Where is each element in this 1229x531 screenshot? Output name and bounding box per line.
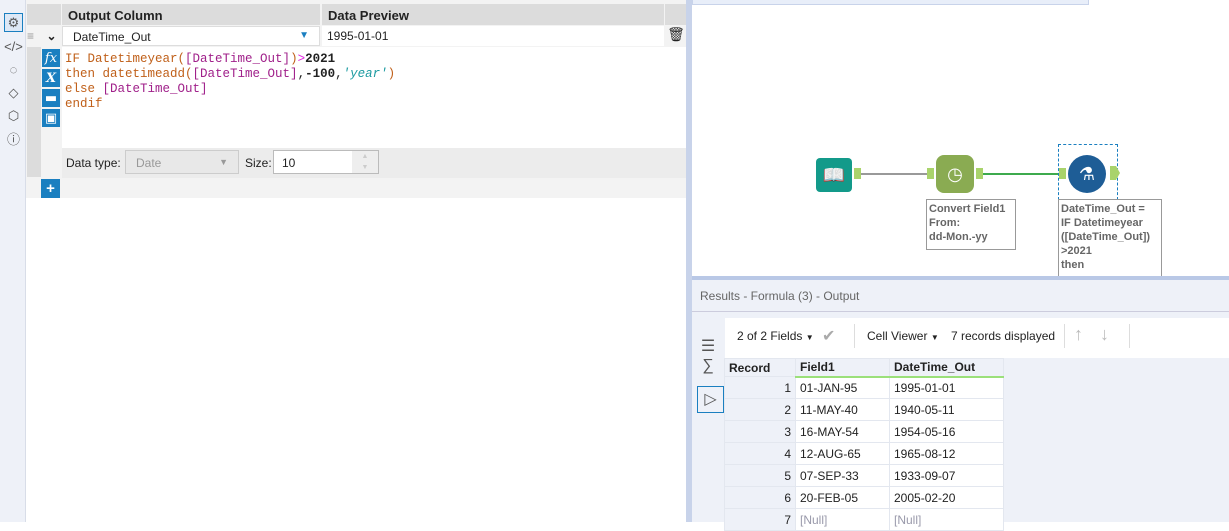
formula-tool-icon[interactable]: ⚗: [1068, 155, 1106, 193]
arrow-circle-icon[interactable]: ◌: [4, 60, 23, 79]
results-table: Record Field1 DateTime_Out 1 01-JAN-95 199…: [724, 358, 1004, 531]
save-icon[interactable]: ▣: [42, 109, 60, 127]
formula-annotation: DateTime_Out = IF Datetimeyear ([DateTim…: [1058, 199, 1162, 279]
table-cell[interactable]: 1954-05-16: [889, 420, 1004, 443]
code-icon[interactable]: </>: [4, 37, 23, 56]
table-cell[interactable]: 3: [724, 420, 796, 443]
table-cell[interactable]: 7: [724, 508, 796, 531]
table-cell[interactable]: 2: [724, 398, 796, 421]
help-icon[interactable]: ⓘ: [4, 129, 23, 148]
table-cell[interactable]: 20-FEB-05: [795, 486, 890, 509]
data-type-select[interactable]: Date ▼: [125, 150, 239, 174]
table-cell[interactable]: 1940-05-11: [889, 398, 1004, 421]
connection-line: [983, 173, 1059, 175]
formula-editor[interactable]: IF Datetimeyear([DateTime_Out])>2021 the…: [62, 47, 686, 148]
size-input[interactable]: 10 ▲ ▼: [273, 150, 379, 174]
fields-label: 2 of 2 Fields: [737, 329, 803, 343]
fields-selector[interactable]: 2 of 2 Fields ▼: [737, 329, 814, 343]
table-cell[interactable]: 6: [724, 486, 796, 509]
table-cell[interactable]: 1995-01-01: [889, 376, 1004, 399]
folder-open-icon[interactable]: ▬: [42, 89, 60, 107]
table-cell[interactable]: [Null]: [795, 508, 890, 531]
viewer-label: Cell Viewer: [867, 329, 928, 343]
table-row[interactable]: 7 [Null] [Null]: [724, 508, 1004, 531]
table-row[interactable]: 2 11-MAY-40 1940-05-11: [724, 398, 1004, 421]
tag-view-icon[interactable]: ▷: [697, 386, 724, 413]
workflow-canvas[interactable]: 📖 ◷ ⚗ Convert Field1 From: dd-Mon.-yy Da…: [692, 0, 1229, 279]
table-row[interactable]: 4 12-AUG-65 1965-08-12: [724, 442, 1004, 465]
size-stepper[interactable]: ▲ ▼: [352, 151, 378, 173]
apply-check-icon[interactable]: ✔: [822, 326, 835, 346]
formula-config-panel: Output Column Data Preview ≡ ⌄ DateTime_…: [26, 0, 686, 522]
variables-button[interactable]: X: [42, 69, 60, 87]
table-row[interactable]: 3 16-MAY-54 1954-05-16: [724, 420, 1004, 443]
results-panel: ☰ ∑ ▷ 2 of 2 Fields ▼ ✔ Cell Viewer ▼ 7 …: [692, 312, 1229, 531]
cell-viewer-selector[interactable]: Cell Viewer ▼: [867, 329, 939, 343]
data-preview-value: 1995-01-01: [322, 26, 664, 46]
size-label: Size:: [245, 156, 272, 170]
drag-handle[interactable]: ≡: [27, 26, 41, 46]
function-button[interactable]: fx: [42, 49, 60, 67]
table-cell[interactable]: 07-SEP-33: [795, 464, 890, 487]
connection-line: [861, 173, 927, 175]
data-type-value: Date: [136, 156, 162, 170]
records-count: 7 records displayed: [951, 329, 1056, 343]
table-cell[interactable]: [Null]: [889, 508, 1004, 531]
trash-icon[interactable]: 🗑: [667, 26, 685, 46]
table-cell[interactable]: 01-JAN-95: [795, 376, 890, 399]
column-header[interactable]: DateTime_Out: [889, 358, 1004, 378]
datetime-tool-icon[interactable]: ◷: [936, 155, 974, 193]
table-cell[interactable]: 2005-02-20: [889, 486, 1004, 509]
table-cell[interactable]: 11-MAY-40: [795, 398, 890, 421]
table-cell[interactable]: 12-AUG-65: [795, 442, 890, 465]
column-header[interactable]: Field1: [795, 358, 890, 378]
results-title: Results - Formula (3) - Output: [692, 280, 1229, 312]
datetime-annotation: Convert Field1 From: dd-Mon.-yy: [926, 199, 1016, 250]
left-toolbar: ⚙ </> ◌ ◇ ⬡ ⓘ: [0, 0, 26, 522]
cube-icon[interactable]: ⬡: [4, 106, 23, 125]
table-cell[interactable]: 1965-08-12: [889, 442, 1004, 465]
add-formula-button[interactable]: +: [41, 179, 60, 198]
table-cell[interactable]: 4: [724, 442, 796, 465]
output-column-select[interactable]: DateTime_Out ▼: [62, 26, 320, 46]
output-anchor[interactable]: [854, 168, 861, 179]
data-type-label: Data type:: [66, 156, 121, 170]
dropdown-arrow-icon: ▼: [219, 157, 228, 167]
arrow-down-icon[interactable]: ↓: [1100, 324, 1109, 345]
column-header[interactable]: Record: [724, 358, 796, 377]
input-data-tool-icon[interactable]: 📖: [816, 158, 852, 192]
table-row[interactable]: 5 07-SEP-33 1933-09-07: [724, 464, 1004, 487]
table-row[interactable]: 1 01-JAN-95 1995-01-01: [724, 376, 1004, 399]
table-cell[interactable]: 1: [724, 376, 796, 399]
arrow-up-icon[interactable]: ↑: [1074, 324, 1083, 345]
table-cell[interactable]: 1933-09-07: [889, 464, 1004, 487]
size-value: 10: [282, 156, 296, 170]
data-preview-header: Data Preview: [322, 4, 664, 25]
dropdown-arrow-icon: ▼: [299, 30, 309, 41]
gear-icon[interactable]: ⚙: [4, 13, 23, 32]
list-view-icon[interactable]: ☰: [696, 336, 720, 358]
table-cell[interactable]: 16-MAY-54: [795, 420, 890, 443]
field-name: DateTime_Out: [73, 30, 151, 44]
collapse-chevron[interactable]: ⌄: [41, 26, 62, 46]
table-row[interactable]: 6 20-FEB-05 2005-02-20: [724, 486, 1004, 509]
output-column-header: Output Column: [62, 4, 320, 25]
sum-icon[interactable]: ∑: [696, 357, 720, 379]
table-cell[interactable]: 5: [724, 464, 796, 487]
tag-icon[interactable]: ◇: [4, 83, 23, 102]
